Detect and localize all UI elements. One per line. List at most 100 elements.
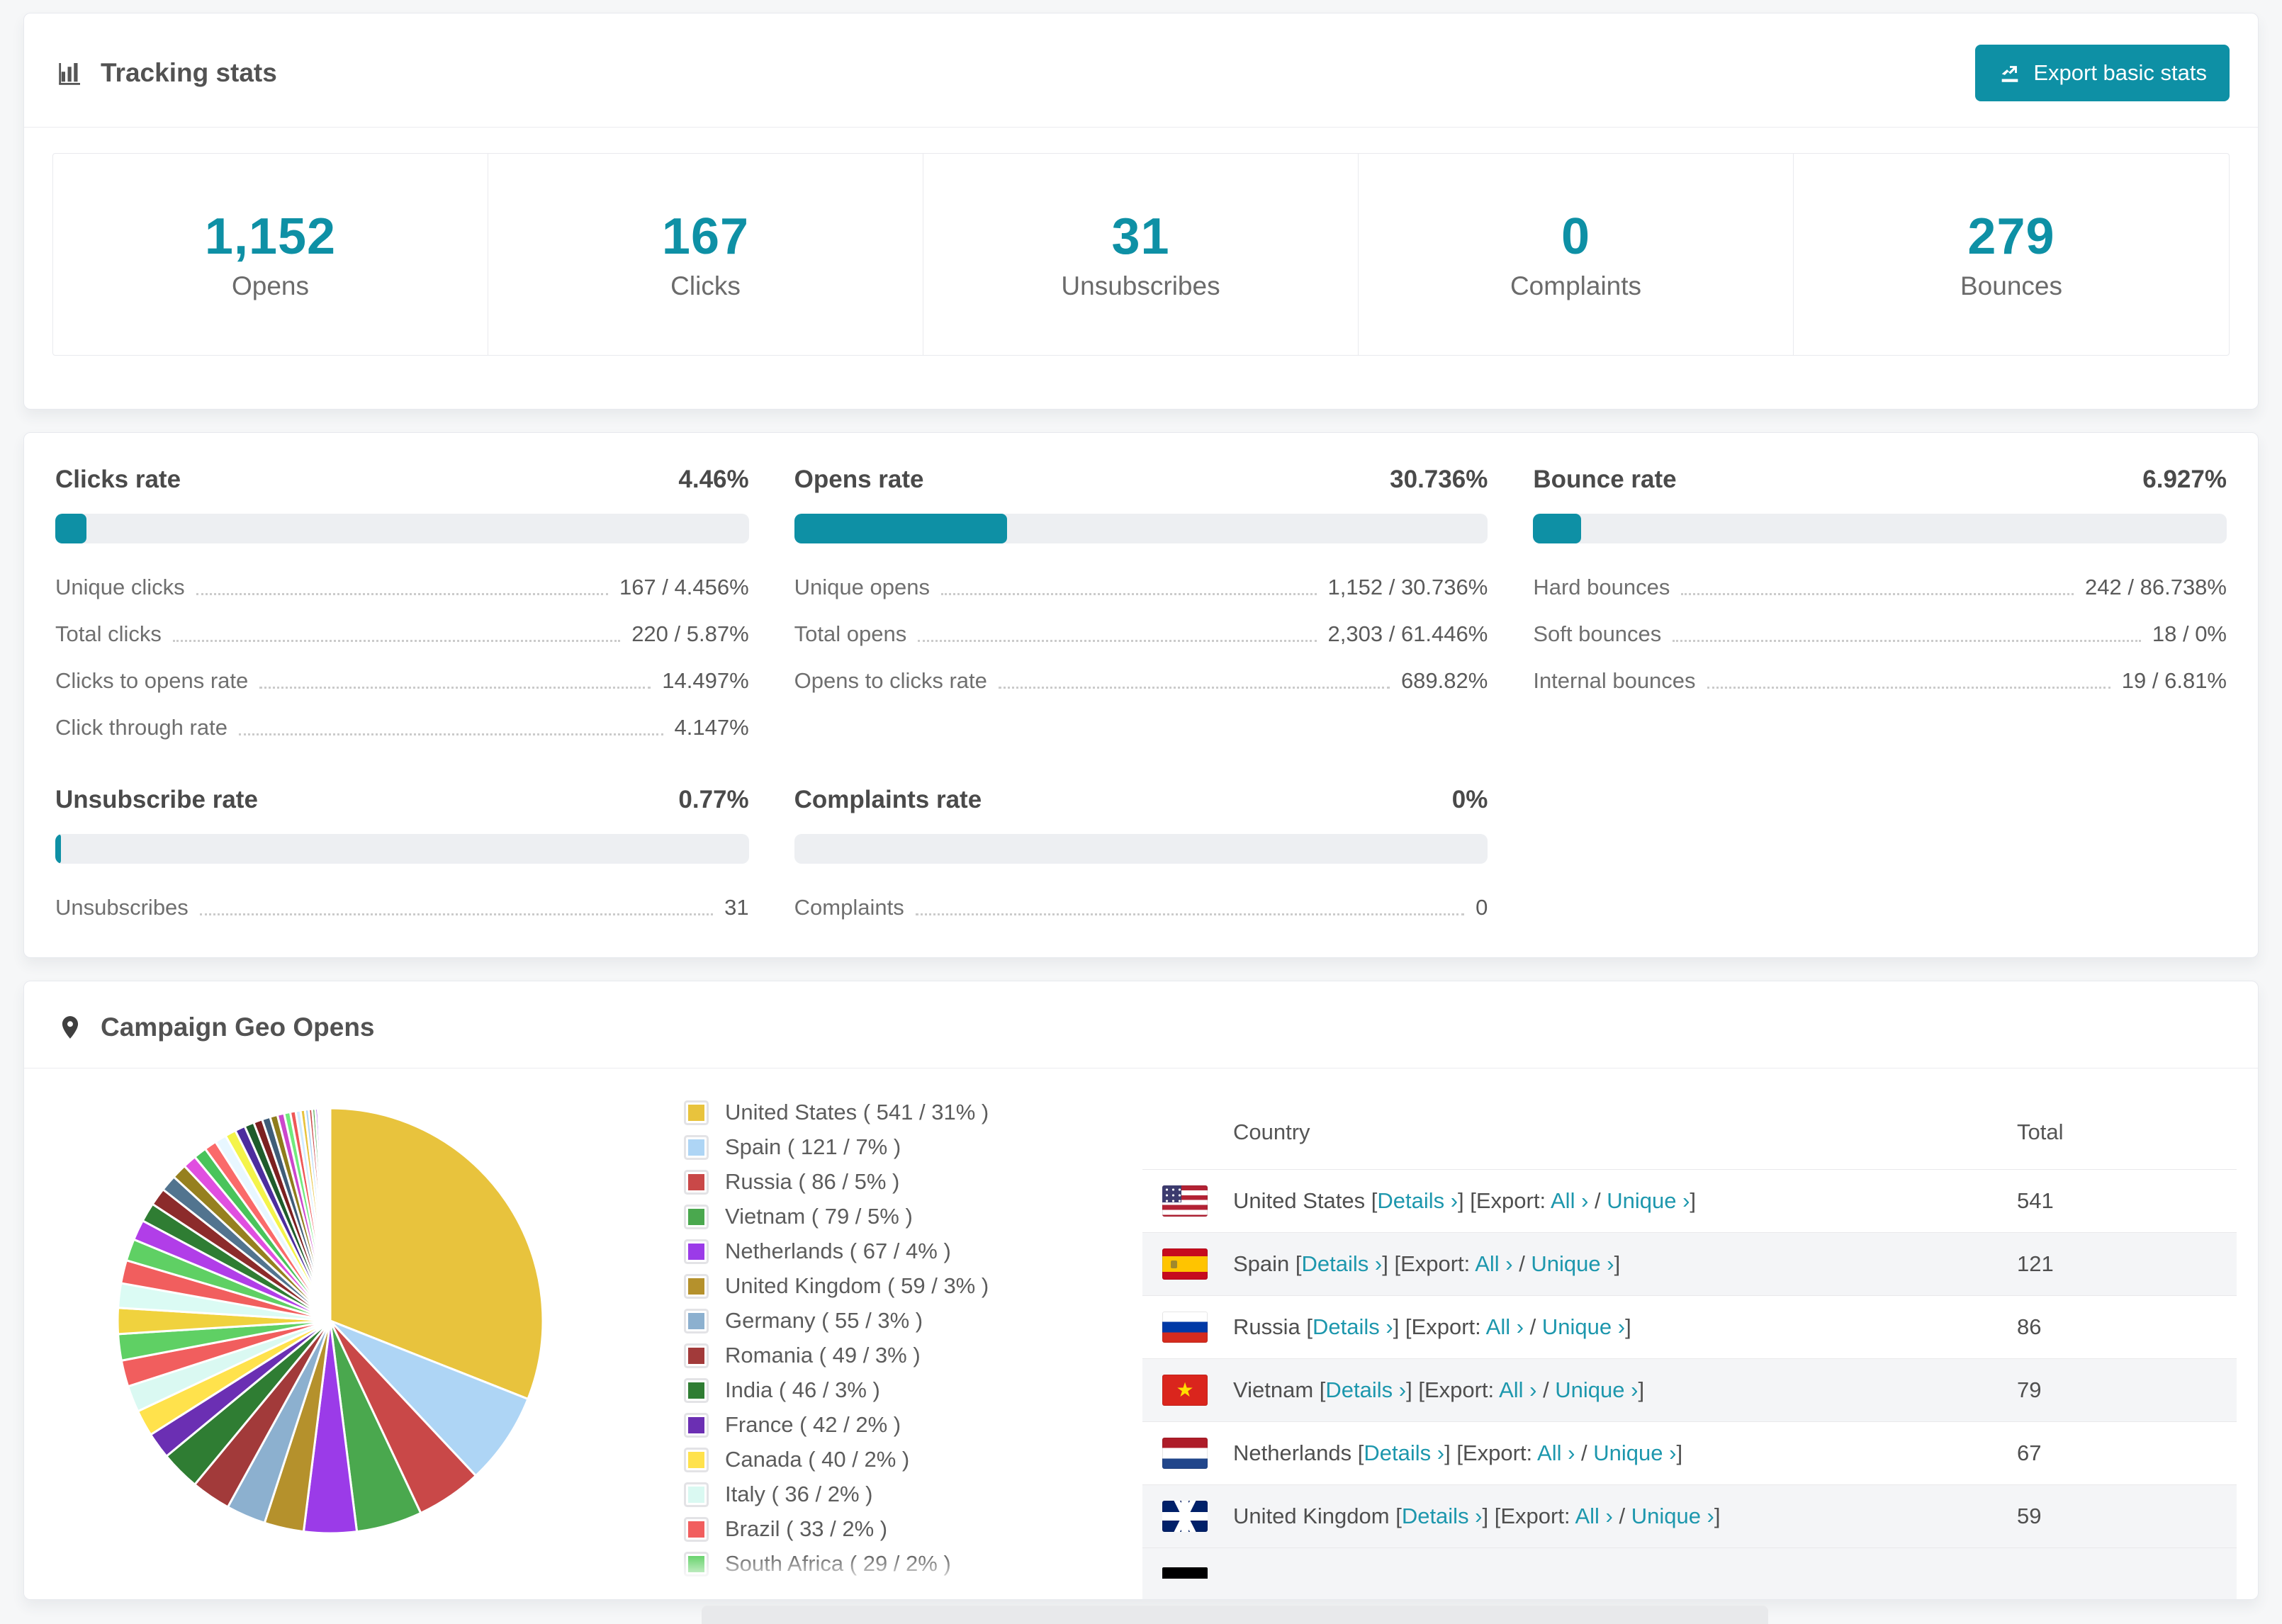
- legend-item[interactable]: Spain ( 121 / 7% ): [686, 1134, 1125, 1160]
- rate-detail-row: Click through rate 4.147%: [55, 715, 749, 740]
- legend-item[interactable]: Russia ( 86 / 5% ): [686, 1169, 1125, 1195]
- legend-swatch: [686, 1380, 707, 1401]
- rate-detail-label: Complaints: [794, 895, 904, 920]
- geo-table-row: United States [Details ›] [Export: All ›…: [1142, 1169, 2237, 1232]
- export-unique-link[interactable]: Unique ›: [1631, 1504, 1714, 1528]
- rate-detail-value: 31: [724, 895, 749, 920]
- export-unique-link[interactable]: Unique ›: [1607, 1188, 1690, 1213]
- country-flag-icon: [1162, 1248, 1208, 1280]
- export-unique-link[interactable]: Unique ›: [1542, 1314, 1625, 1339]
- legend-label: India ( 46 / 3% ): [725, 1377, 880, 1402]
- rate-detail-value: 18 / 0%: [2152, 621, 2227, 646]
- dotted-leader: [238, 730, 663, 735]
- rate-block-header: Complaints rate 0%: [794, 786, 1488, 814]
- geo-table-row: Spain [Details ›] [Export: All › / Uniqu…: [1142, 1232, 2237, 1295]
- rate-value: 0.77%: [678, 786, 749, 813]
- export-all-link[interactable]: All ›: [1499, 1377, 1536, 1402]
- geo-table-row-partial: [1142, 1547, 2237, 1599]
- legend-label: Romania ( 49 / 3% ): [725, 1343, 921, 1368]
- stat-label: Opens: [231, 271, 309, 300]
- rate-detail-label: Internal bounces: [1533, 668, 1696, 693]
- rate-detail-value: 242 / 86.738%: [2085, 575, 2227, 599]
- export-all-link[interactable]: All ›: [1486, 1314, 1524, 1339]
- legend-swatch: [686, 1241, 707, 1262]
- export-prefix-text: ] [Export:: [1382, 1251, 1476, 1276]
- export-all-link[interactable]: All ›: [1537, 1440, 1575, 1465]
- stat-value: 31: [1111, 208, 1170, 265]
- legend-item[interactable]: Brazil ( 33 / 2% ): [686, 1516, 1125, 1542]
- legend-item[interactable]: Vietnam ( 79 / 5% ): [686, 1204, 1125, 1229]
- progress-bar-track: [794, 514, 1488, 543]
- rate-detail-row: Unique clicks 167 / 4.456%: [55, 575, 749, 600]
- bracket-close-text: ]: [1676, 1440, 1683, 1465]
- legend-item[interactable]: Romania ( 49 / 3% ): [686, 1343, 1125, 1368]
- rate-detail-label: Total clicks: [55, 621, 162, 646]
- geo-table-row: Netherlands [Details ›] [Export: All › /…: [1142, 1421, 2237, 1484]
- geo-header: Campaign Geo Opens: [24, 981, 2258, 1068]
- geo-table-row: Vietnam [Details ›] [Export: All › / Uni…: [1142, 1358, 2237, 1421]
- legend-item[interactable]: United States ( 541 / 31% ): [686, 1100, 1125, 1125]
- legend-item[interactable]: Netherlands ( 67 / 4% ): [686, 1239, 1125, 1264]
- rate-block: Unsubscribe rate 0.77% Unsubscribes 31: [55, 786, 749, 920]
- details-link[interactable]: Details ›: [1313, 1314, 1393, 1339]
- export-unique-link[interactable]: Unique ›: [1555, 1377, 1638, 1402]
- total-column-header: Total: [2017, 1120, 2064, 1144]
- export-unique-link[interactable]: Unique ›: [1593, 1440, 1676, 1465]
- rate-value: 6.927%: [2142, 466, 2227, 493]
- export-basic-stats-button[interactable]: Export basic stats: [1975, 45, 2230, 101]
- legend-swatch: [686, 1518, 707, 1540]
- dotted-leader: [998, 683, 1390, 689]
- bracket-text: [: [1300, 1314, 1313, 1339]
- dotted-leader: [196, 590, 608, 595]
- rate-block: Bounce rate 6.927% Hard bounces 242 / 86…: [1533, 466, 2227, 740]
- legend-item[interactable]: France ( 42 / 2% ): [686, 1412, 1125, 1438]
- export-all-link[interactable]: All ›: [1475, 1251, 1512, 1276]
- export-unique-link[interactable]: Unique ›: [1531, 1251, 1614, 1276]
- dotted-leader: [915, 910, 1465, 915]
- rate-block: Complaints rate 0% Complaints 0: [794, 786, 1488, 920]
- country-name: United Kingdom: [1233, 1504, 1390, 1528]
- total-cell: 121: [2017, 1251, 2054, 1276]
- total-cell: 541: [2017, 1188, 2054, 1213]
- summary-stat-card: 167 Clicks: [488, 154, 923, 355]
- details-link[interactable]: Details ›: [1377, 1188, 1458, 1213]
- geo-table-header: Country Total: [1142, 1095, 2237, 1169]
- details-link[interactable]: Details ›: [1325, 1377, 1406, 1402]
- details-link[interactable]: Details ›: [1402, 1504, 1483, 1528]
- bar-chart-icon: [55, 58, 85, 88]
- legend-swatch: [686, 1206, 707, 1227]
- rates-grid: Clicks rate 4.46% Unique clicks 167 / 4.…: [24, 433, 2258, 953]
- export-all-link[interactable]: All ›: [1551, 1188, 1588, 1213]
- dotted-leader: [1681, 590, 2074, 595]
- legend-label: Spain ( 121 / 7% ): [725, 1134, 901, 1159]
- legend-swatch: [686, 1275, 707, 1297]
- rate-detail-row: Total clicks 220 / 5.87%: [55, 621, 749, 647]
- details-link[interactable]: Details ›: [1364, 1440, 1444, 1465]
- geo-title: Campaign Geo Opens: [55, 1013, 375, 1042]
- legend-item[interactable]: South Africa ( 29 / 2% ): [686, 1551, 1125, 1577]
- map-pin-icon: [55, 1013, 85, 1042]
- legend-item[interactable]: Canada ( 40 / 2% ): [686, 1447, 1125, 1472]
- rate-detail-value: 220 / 5.87%: [631, 621, 749, 646]
- legend-item[interactable]: United Kingdom ( 59 / 3% ): [686, 1273, 1125, 1299]
- stat-value: 0: [1561, 208, 1591, 265]
- total-cell: 67: [2017, 1440, 2042, 1465]
- legend-item[interactable]: India ( 46 / 3% ): [686, 1377, 1125, 1403]
- export-all-link[interactable]: All ›: [1575, 1504, 1612, 1528]
- rate-detail-value: 689.82%: [1400, 668, 1488, 693]
- geo-table-rows: United States [Details ›] [Export: All ›…: [1142, 1169, 2237, 1547]
- bracket-text: [: [1365, 1188, 1378, 1213]
- bracket-close-text: ]: [1638, 1377, 1645, 1402]
- summary-stat-card: 0 Complaints: [1359, 154, 1794, 355]
- country-name: Spain: [1233, 1251, 1290, 1276]
- geo-pie-chart: [45, 1076, 669, 1599]
- geo-title-text: Campaign Geo Opens: [101, 1013, 375, 1042]
- export-prefix-text: ] [Export:: [1406, 1377, 1500, 1402]
- country-flag-icon: [1162, 1375, 1208, 1406]
- rate-detail-rows: Hard bounces 242 / 86.738% Soft bounces …: [1533, 575, 2227, 694]
- legend-item[interactable]: Germany ( 55 / 3% ): [686, 1308, 1125, 1333]
- legend-item[interactable]: Italy ( 36 / 2% ): [686, 1482, 1125, 1507]
- details-link[interactable]: Details ›: [1302, 1251, 1383, 1276]
- bracket-text: [: [1389, 1504, 1402, 1528]
- bracket-close-text: ]: [1625, 1314, 1631, 1339]
